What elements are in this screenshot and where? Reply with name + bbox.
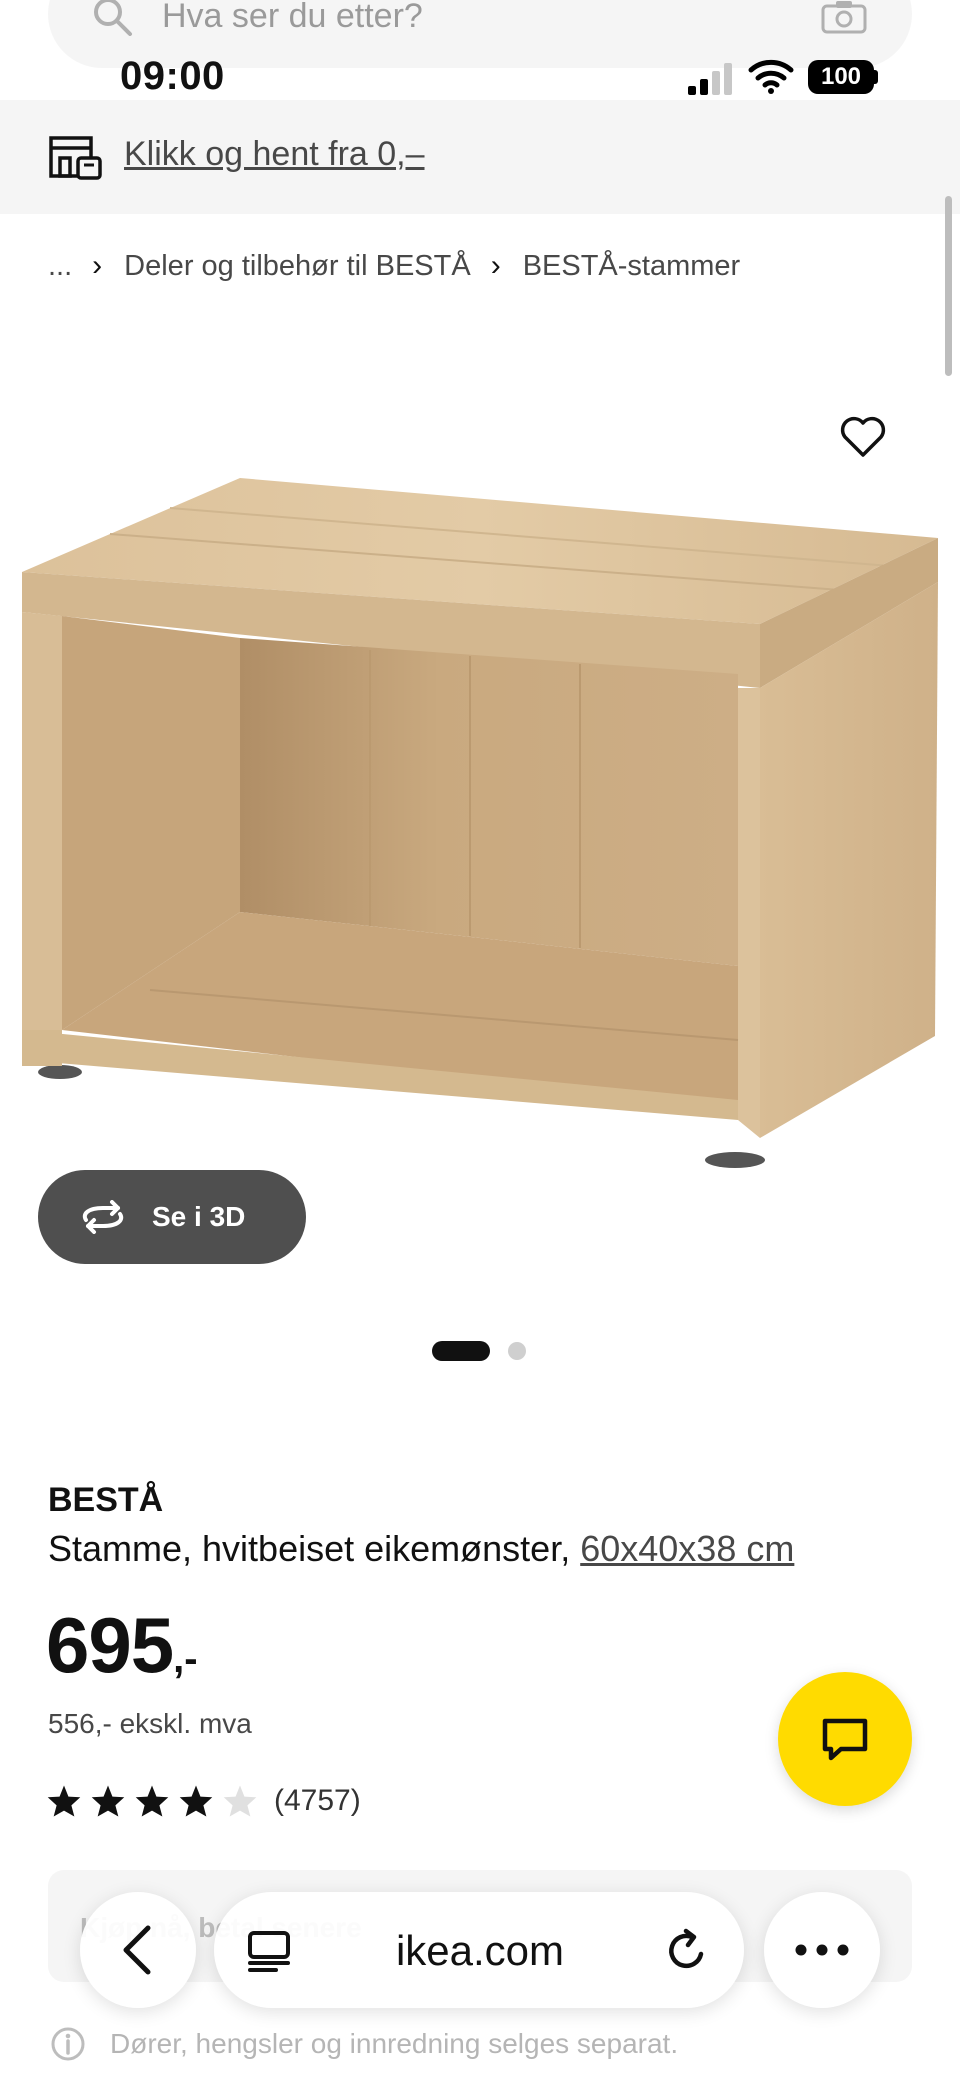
star-filled-icon [47, 1785, 81, 1817]
browser-more-button[interactable] [764, 1892, 880, 2008]
product-name: BESTÅ [48, 1481, 164, 1519]
price-excluding-vat: 556,- ekskl. mva [48, 1708, 252, 1739]
chevron-right-icon: › [92, 249, 103, 282]
reader-mode-icon[interactable] [246, 1930, 292, 1972]
product-description-text: Stamme, hvitbeiset eikemønster, [48, 1528, 571, 1569]
product-image[interactable] [0, 300, 960, 1200]
search-input[interactable]: Hva ser du etter? [162, 0, 423, 36]
product-size-link[interactable]: 60x40x38 cm [580, 1528, 794, 1569]
separate-sale-notice: Dører, hengsler og innredning selges sep… [110, 2028, 679, 2059]
chat-button[interactable] [778, 1672, 912, 1806]
star-filled-icon [179, 1785, 213, 1817]
price-value: 695 [46, 1601, 174, 1689]
battery-indicator: 100 [808, 60, 874, 94]
browser-url[interactable]: ikea.com [330, 1926, 630, 1976]
view-in-3d-button[interactable]: Se i 3D [38, 1170, 306, 1264]
carousel-dot-active[interactable] [432, 1341, 490, 1361]
chat-icon [822, 1718, 868, 1761]
chevron-right-icon: › [490, 249, 501, 282]
product-price: 695,- [46, 1600, 198, 1704]
view-in-3d-label: Se i 3D [152, 1201, 246, 1232]
store-icon [49, 136, 102, 180]
reload-icon[interactable] [664, 1928, 710, 1974]
chevron-left-icon [123, 1925, 151, 1975]
product-description: Stamme, hvitbeiset eikemønster, 60x40x38… [48, 1526, 794, 1572]
breadcrumb: ... › Deler og tilbehør til BESTÅ › BEST… [48, 246, 740, 286]
favorite-heart-icon[interactable] [838, 412, 888, 462]
carousel-dot[interactable] [508, 1342, 526, 1360]
rating-stars[interactable] [46, 1784, 258, 1818]
wifi-icon [748, 59, 794, 94]
more-dots-icon [795, 1944, 849, 1956]
breadcrumb-item-besta-frames[interactable]: BESTÅ-stammer [523, 250, 741, 283]
breadcrumb-item-besta-parts[interactable]: Deler og tilbehør til BESTÅ [124, 250, 471, 283]
breadcrumb-ellipsis[interactable]: ... [48, 250, 72, 283]
info-icon [51, 2027, 85, 2061]
status-time: 09:00 [120, 54, 225, 98]
star-empty-icon [223, 1785, 257, 1817]
battery-tip [874, 70, 878, 84]
camera-icon[interactable] [820, 0, 868, 34]
click-and-collect-link[interactable]: Klikk og hent fra 0,– [124, 134, 425, 174]
review-count[interactable]: (4757) [274, 1782, 361, 1820]
price-suffix: ,- [173, 1637, 198, 1681]
cellular-signal-icon [688, 63, 732, 95]
star-filled-icon [91, 1785, 125, 1817]
rotate-3d-icon [82, 1200, 124, 1234]
search-icon [94, 0, 132, 36]
browser-back-button[interactable] [80, 1892, 196, 2008]
star-filled-icon [135, 1785, 169, 1817]
